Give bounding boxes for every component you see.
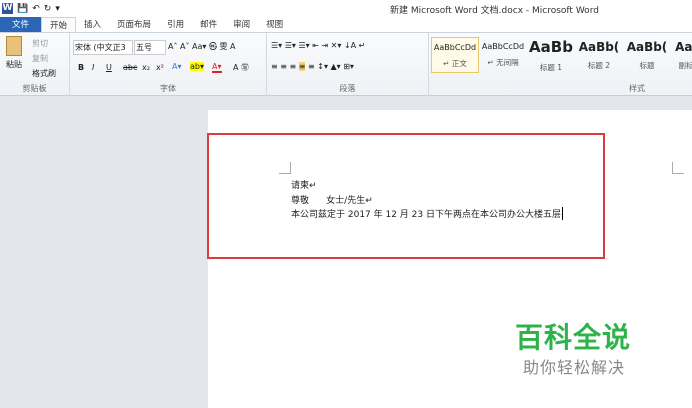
style-heading-2[interactable]: AaBb( 标题 2: [575, 37, 623, 73]
save-icon[interactable]: 💾: [17, 4, 28, 14]
style-normal[interactable]: AaBbCcDd ↵ 正文: [431, 37, 479, 73]
italic-button[interactable]: I: [92, 63, 94, 72]
tab-file[interactable]: 文件: [0, 17, 42, 32]
clipboard-label: 剪贴板: [22, 84, 47, 93]
tab-view[interactable]: 视图: [258, 17, 291, 32]
undo-icon[interactable]: ↶: [32, 4, 40, 14]
styles-label: 样式: [629, 84, 645, 93]
paragraph-group: ☰▾ ☰▾ ☰▾ ⇤ ⇥ ✕▾ ↓A ↵ ≡ ≡ ≡ ≡ ≡ ↕▾ ▲▾ ⊞▾ …: [267, 33, 429, 96]
clipboard-group: 粘贴 剪切 复制 格式刷 剪贴板: [0, 33, 70, 96]
style-sample: AaBb(: [578, 40, 620, 54]
underline-button[interactable]: U: [106, 63, 112, 72]
grow-shrink-font-icon[interactable]: A˄ A˅ Aa▾ ㉿ 雯 A: [168, 41, 236, 52]
quick-access-toolbar: W 💾 ↶ ↻ ▾: [0, 3, 60, 14]
align-icons[interactable]: ≡ ≡ ≡ ≡ ≡ ↕▾ ▲▾ ⊞▾: [271, 62, 354, 71]
style-name: 标题: [639, 61, 655, 70]
style-sample: AaBbCcDd: [481, 42, 525, 51]
bold-button[interactable]: B: [78, 63, 84, 72]
style-name: 标题 1: [539, 63, 563, 72]
char-shading-icon[interactable]: A ㊢: [233, 62, 249, 73]
paragraph-label: 段落: [339, 84, 356, 93]
style-sample: AaBb: [529, 38, 573, 56]
highlight-box: [207, 133, 605, 259]
style-title[interactable]: AaBb( 标题: [623, 37, 671, 73]
style-name: ↵ 无间隔: [487, 58, 519, 67]
strikethrough-button[interactable]: abc: [123, 63, 137, 72]
margin-corner: [672, 162, 684, 174]
style-name: 标题 2: [587, 61, 611, 70]
font-label: 字体: [160, 84, 176, 93]
tab-home[interactable]: 开始: [41, 17, 77, 32]
font-group: 宋体 (中文正3 五号 A˄ A˅ Aa▾ ㉿ 雯 A B I U abc x₂…: [70, 33, 267, 96]
text-effects-icon[interactable]: A▾: [172, 62, 182, 71]
style-subtitle[interactable]: AaI 副标: [671, 37, 692, 73]
style-no-spacing[interactable]: AaBbCcDd ↵ 无间隔: [479, 37, 527, 73]
tab-page-layout[interactable]: 页面布局: [109, 17, 159, 32]
style-name: 副标: [678, 61, 692, 70]
tab-review[interactable]: 审阅: [225, 17, 258, 32]
font-name-select[interactable]: 宋体 (中文正3: [73, 40, 133, 55]
tab-insert[interactable]: 插入: [76, 17, 109, 32]
ribbon-tabs: 文件 开始 插入 页面布局 引用 邮件 审阅 视图: [0, 17, 692, 33]
tab-references[interactable]: 引用: [159, 17, 192, 32]
style-sample: AaBb(: [626, 40, 668, 54]
font-color-icon[interactable]: A▾: [212, 62, 222, 73]
copy-button[interactable]: 复制: [32, 53, 48, 64]
watermark-title: 百科全说: [515, 321, 632, 354]
ribbon: 粘贴 剪切 复制 格式刷 剪贴板 宋体 (中文正3 五号 A˄ A˅ Aa▾ ㉿…: [0, 33, 692, 96]
word-logo-icon: W: [2, 3, 13, 14]
font-size-select[interactable]: 五号: [134, 40, 166, 55]
watermark-subtitle: 助你轻松解决: [523, 358, 626, 377]
paste-icon: [6, 36, 22, 56]
subscript-button[interactable]: x₂: [142, 63, 150, 72]
format-painter-button[interactable]: 格式刷: [32, 68, 56, 79]
style-sample: AaI: [675, 40, 692, 54]
tab-mailings[interactable]: 邮件: [192, 17, 225, 32]
window-title: 新建 Microsoft Word 文档.docx - Microsoft Wo…: [390, 6, 599, 16]
paste-button[interactable]: 粘贴: [6, 59, 22, 70]
customize-icon[interactable]: ▾: [55, 4, 60, 14]
cut-button[interactable]: 剪切: [32, 38, 48, 49]
style-name: ↵ 正文: [443, 59, 467, 68]
list-icons[interactable]: ☰▾ ☰▾ ☰▾ ⇤ ⇥ ✕▾ ↓A ↵: [271, 41, 365, 50]
highlight-icon[interactable]: ab▾: [190, 62, 204, 71]
title-bar: W 💾 ↶ ↻ ▾ 新建 Microsoft Word 文档.docx - Mi…: [0, 0, 692, 17]
style-heading-1[interactable]: AaBb 标题 1: [527, 37, 575, 73]
styles-group: AaBbCcDd ↵ 正文 AaBbCcDd ↵ 无间隔 AaBb 标题 1 AaBb…: [429, 33, 692, 96]
superscript-button[interactable]: x²: [156, 63, 164, 72]
style-sample: AaBbCcDd: [433, 43, 477, 52]
redo-icon[interactable]: ↻: [44, 4, 52, 14]
